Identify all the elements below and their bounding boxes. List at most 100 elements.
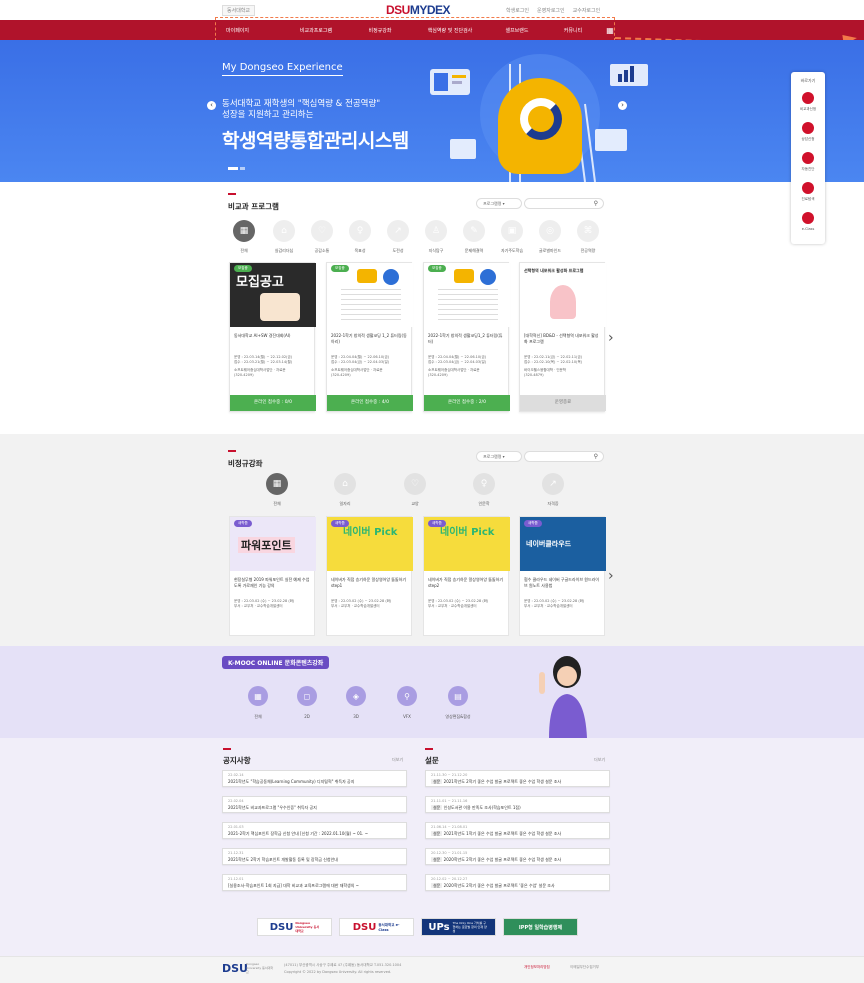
category-icon[interactable]: ⌂ xyxy=(273,220,295,242)
program-card[interactable]: 선택형역 내포워크 활성화 프로그램 [대학혁신] BD&D - 선택형역 내포… xyxy=(519,262,606,412)
hero-prev-arrow[interactable]: ‹ xyxy=(207,101,216,110)
quick-link-label: e-Class xyxy=(801,227,815,231)
survey-text: 설문 2021학년도 2학기 좋은 수업 발굴 프로젝트 좋은 수업 학생 설문… xyxy=(431,779,561,785)
program-card[interactable]: 모집공고 모집중 동서대학교 AI+SW 경진대회(AI) 운영 : 22.03… xyxy=(229,262,316,412)
course-filter-select[interactable]: 프로그램명 ▾ xyxy=(476,451,522,462)
category-icon[interactable]: ▣ xyxy=(501,220,523,242)
category-icon[interactable]: ⌘ xyxy=(577,220,599,242)
notice-item[interactable]: 22.02.04 2021학년도 비교과프로그램 "우수인증" 취득자 공지 xyxy=(222,796,407,813)
survey-more-link[interactable]: 더보기 xyxy=(594,757,605,763)
survey-item[interactable]: 21.11.01 ~ 21.11.16 설문 인성도서관 이용 만족도 조사(학습… xyxy=(425,796,610,813)
card-thumbnail: 선택형역 내포워크 활성화 프로그램 xyxy=(520,263,606,327)
program-card[interactable]: 모집중 2022-1학기 창의적 생활코딩1_2 튜터링(튜터) 운영 : 22… xyxy=(423,262,510,412)
apply-button[interactable]: 온라인 접수중 : 4/0 xyxy=(327,395,413,411)
category-all-icon[interactable]: ▦ xyxy=(233,220,255,242)
course-card[interactable]: 파워포인트 새학쯤 현장실무형 2019 파워포인트 실전 예제 수업도록 가로… xyxy=(229,516,316,636)
category-label: 3D xyxy=(353,714,359,719)
search-icon[interactable]: ⚲ xyxy=(594,453,598,460)
course-card[interactable]: 네이버 Pick 새학쯤 네이버가 직접 승기하운 알상영어앙 똘똘하기 ste… xyxy=(423,516,510,636)
card-apply: 접수 : 22.03.21(월) ~ 22.03.14(월) xyxy=(234,360,293,364)
category-icon[interactable]: ↗ xyxy=(387,220,409,242)
professor-login-link[interactable]: 교수자로그인 xyxy=(573,7,601,14)
pen-icon[interactable] xyxy=(802,92,814,104)
notice-item[interactable]: 22.02.14 2021학년도 "학습공동체(Learning Communit… xyxy=(222,770,407,787)
survey-item[interactable]: 21.06.14 ~ 21.08.01 설문 2021학년도 1학기 좋은 수업 … xyxy=(425,822,610,839)
card-title: 2022-1학기 창의적 생활코딩 1_2 튜터링(동아리) xyxy=(331,333,407,344)
chat-icon[interactable] xyxy=(802,122,814,134)
status-badge: 새학쯤 xyxy=(234,520,252,527)
email-policy-link[interactable]: 이메일무단수집거부 xyxy=(570,965,599,970)
heart-icon[interactable] xyxy=(802,152,814,164)
hero-indicator-active[interactable] xyxy=(228,167,238,170)
privacy-link[interactable]: 개인정보처리방침 xyxy=(524,965,550,970)
eclass-banner[interactable]: DSU 동서대학교 e-Class xyxy=(339,918,414,936)
program-filter-select[interactable]: 프로그램명 ▾ xyxy=(476,198,522,209)
category-icon[interactable]: ⌂ xyxy=(334,473,356,495)
survey-text-value: 인성도서관 이용 만족도 조사(학습포인트 1점) xyxy=(443,805,521,810)
quick-links-title: 바로가기 xyxy=(800,78,816,83)
admin-login-link[interactable]: 운영자로그인 xyxy=(537,7,565,14)
category-icon[interactable]: ♡ xyxy=(311,220,333,242)
card-title: 2022-1학기 창의적 생활코딩1_2 튜터링(튜터) xyxy=(428,333,503,344)
category-label: 공감소통 xyxy=(314,248,330,253)
hero-next-arrow[interactable]: › xyxy=(618,101,627,110)
character-illustration xyxy=(539,656,587,738)
footer-address: (47011) 부산광역시 사상구 주례로 47 (주례동) 동서대학교 T.0… xyxy=(284,963,402,967)
thumbnail-text: 파워포인트 xyxy=(238,537,295,553)
notice-item[interactable]: 21.12.31 2021학년도 2학기 학습포인트 개발활동 등록 및 장학금 … xyxy=(222,848,407,865)
chevron-right-icon[interactable]: › xyxy=(608,330,614,346)
survey-item[interactable]: 20.12.02 ~ 20.12.27 설문 2020학년도 2학기 좋은 수업 … xyxy=(425,874,610,891)
site-logo[interactable]: DSUMYDEX xyxy=(386,3,451,17)
search-icon[interactable]: ⚲ xyxy=(594,200,598,207)
thumbnail-text: 선택형역 내포워크 활성화 프로그램 xyxy=(524,268,584,273)
category-icon[interactable]: ♡ xyxy=(404,473,426,495)
hero-indicator[interactable] xyxy=(240,167,245,170)
card-info: 운영 : 22.04.04(월) ~ 22.06.10(금) 접수 : 22.0… xyxy=(331,355,411,378)
program-search-input[interactable]: ⚲ xyxy=(524,198,604,209)
card-title: 네이버가 직접 승기하운 알상영어앙 똘똘하기 step1 xyxy=(331,577,407,588)
card-dept: 부서 : 교무처 · 교수학습개발센터 xyxy=(524,604,573,608)
ups-banner[interactable]: UPs The Only One 가치를 구현하는 글로벌 창의 인재 양성 xyxy=(421,918,496,936)
hero-tagline: My Dongseo Experience xyxy=(222,62,343,76)
card-info: 운영 : 22.03.02 (수) ~ 23.02.28 (화) 부서 : 교무… xyxy=(428,599,508,609)
survey-tag: 설문 xyxy=(431,857,443,862)
hero-title: 학생역량통합관리시스템 xyxy=(222,130,409,152)
notice-item[interactable]: 21.12.01 [실용조사-학습포인트 1회 지급] 대학 비교과 교육프로그램… xyxy=(222,874,407,891)
course-search-input[interactable]: ⚲ xyxy=(524,451,604,462)
kcontent-all-icon[interactable]: ▦ xyxy=(248,686,268,706)
notice-item[interactable]: 22.01.03 2021-2학기 핵심포인트 장학금 신청 안내 [신청 기간 … xyxy=(222,822,407,839)
category-all-icon[interactable]: ▦ xyxy=(266,473,288,495)
notice-more-link[interactable]: 더보기 xyxy=(392,757,403,763)
category-icon[interactable]: ♙ xyxy=(425,220,447,242)
program-card[interactable]: 모집중 2022-1학기 창의적 생활코딩 1_2 튜터링(동아리) 운영 : … xyxy=(326,262,413,412)
chevron-right-icon[interactable]: › xyxy=(608,568,614,584)
apply-button[interactable]: 온라인 접수중 : 0/0 xyxy=(230,395,316,411)
card-dept: 부서 : 교무처 · 교수학습개발센터 xyxy=(428,604,477,608)
course-card[interactable]: 네이버 Pick 새학쯤 네이버가 직접 승기하운 알상영어앙 똘똘하기 ste… xyxy=(326,516,413,636)
footer xyxy=(0,956,864,983)
survey-text-value: 2020학년도 2학기 좋은 수업 발굴 프로젝트 '좋은 수업' 설문 조사 xyxy=(443,883,555,888)
chart-icon[interactable] xyxy=(802,182,814,194)
kcontent-edit-icon[interactable]: ▤ xyxy=(448,686,468,706)
kcontent-2d-icon[interactable]: ◻ xyxy=(297,686,317,706)
home-button[interactable]: 동서대학교 xyxy=(222,5,256,16)
survey-item[interactable]: 21.11.30 ~ 21.12.20 설문 2021학년도 2학기 좋은 수업 … xyxy=(425,770,610,787)
category-label: 전체 xyxy=(240,248,248,253)
thumbnail-text: 네이버 Pick xyxy=(440,527,495,538)
apply-button[interactable]: 온라인 접수중 : 2/0 xyxy=(424,395,510,411)
kcontent-3d-icon[interactable]: ◈ xyxy=(346,686,366,706)
monitor-icon[interactable] xyxy=(802,212,814,224)
kcontent-vfx-icon[interactable]: ⚲ xyxy=(397,686,417,706)
closed-button[interactable]: 운영종료 xyxy=(520,395,606,411)
category-icon[interactable]: ✎ xyxy=(463,220,485,242)
quick-link-label: 상담신청 xyxy=(801,137,815,141)
category-icon[interactable]: ↗ xyxy=(542,473,564,495)
category-icon[interactable]: ◎ xyxy=(539,220,561,242)
category-icon[interactable]: ♀ xyxy=(473,473,495,495)
ipp-banner[interactable]: IPP형 일학습병행제 xyxy=(503,918,578,936)
student-login-link[interactable]: 학생로그인 xyxy=(506,7,529,14)
course-card[interactable]: 네이버클라우드 새학쯤 협수 클라우드 네이버 구글드라이브 원드라이브 원노트… xyxy=(519,516,606,636)
survey-item[interactable]: 20.12.30 ~ 21.01.15 설문 2020학년도 2학기 좋은 수업 … xyxy=(425,848,610,865)
dsu-banner[interactable]: DSU Dongseo University 동서대학교 xyxy=(257,918,332,936)
category-icon[interactable]: ♀ xyxy=(349,220,371,242)
